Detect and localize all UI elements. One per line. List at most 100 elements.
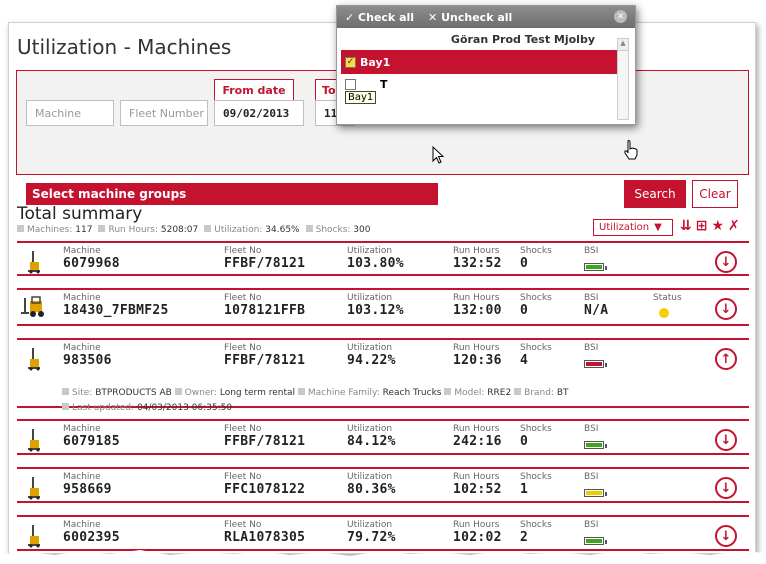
machines-label: Machines: xyxy=(27,225,73,235)
fleet-value: FFBF/78121 xyxy=(224,353,306,368)
check-icon: ✓ xyxy=(345,10,359,24)
popup-header: ✓ Check all ✕ Uncheck all ✕ xyxy=(337,6,635,28)
star-icon[interactable]: ★ xyxy=(711,218,724,234)
add-icon[interactable]: ⊞ xyxy=(696,218,708,234)
utilization-label: Utilization xyxy=(347,246,393,256)
machine-row[interactable]: Machine 983506 Fleet No FFBF/78121 Utilizati… xyxy=(17,338,749,413)
runhours-value: 120:36 xyxy=(453,353,502,368)
runhours-label: Run Hours xyxy=(453,343,500,353)
scroll-up-icon[interactable]: ▲ xyxy=(618,39,628,51)
utilization-label: Utilization xyxy=(347,520,393,530)
bsi-cell: BSI xyxy=(584,424,607,453)
expand-button[interactable]: ↓ xyxy=(715,477,737,499)
machine-input[interactable]: Machine xyxy=(26,100,114,126)
arrow-down-icon: ↓ xyxy=(720,528,732,544)
checkbox-icon[interactable] xyxy=(345,78,356,90)
bsi-label: BSI xyxy=(584,246,599,256)
arrow-cursor-icon xyxy=(432,146,444,164)
machine-label: Machine xyxy=(63,246,101,256)
arrow-down-icon: ↓ xyxy=(720,301,732,317)
clear-button[interactable]: Clear xyxy=(692,180,738,208)
machine-row[interactable]: Machine 6079968 Fleet No FFBF/78121 Utilizat… xyxy=(17,241,749,276)
shocks-value: 300 xyxy=(353,225,371,235)
popup-item-2[interactable]: T xyxy=(345,74,635,94)
utilization-label: Utilization: xyxy=(214,225,263,235)
machine-label: Machine xyxy=(63,520,101,530)
runhours-cell: Run Hours 132:00 xyxy=(453,293,502,318)
utilization-label: Utilization xyxy=(347,293,393,303)
bsi-label: BSI xyxy=(584,520,599,530)
fleet-value: RLA1078305 xyxy=(224,530,306,545)
bsi-cell: BSI xyxy=(584,246,607,275)
reach-truck-icon xyxy=(28,251,40,274)
bsi-label: BSI xyxy=(584,343,599,353)
popup-scrollbar[interactable]: ▲ xyxy=(617,38,629,120)
close-icon[interactable]: ✕ xyxy=(614,10,627,23)
runhours-cell: Run Hours 132:52 xyxy=(453,246,502,271)
utilization-value: 79.72% xyxy=(347,530,396,545)
runhours-value: 132:00 xyxy=(453,303,502,318)
utilization-cell: Utilization 84.12% xyxy=(347,424,396,449)
machine-row[interactable]: Machine 958669 Fleet No FFC1078122 Utilizati… xyxy=(17,467,749,503)
warning-icon xyxy=(659,308,669,318)
bsi-label: BSI xyxy=(584,424,599,434)
machine-row[interactable]: Machine 6079185 Fleet No FFBF/78121 Utilizat… xyxy=(17,419,749,455)
shocks-cell: Shocks 2 xyxy=(520,520,552,545)
popup-item-2-label: T xyxy=(380,77,388,91)
machine-value: 6079185 xyxy=(63,434,120,449)
shocks-value: 4 xyxy=(520,353,529,368)
summary-stats: Machines: 117 Run Hours: 5208:07 Utiliza… xyxy=(17,225,370,235)
chevron-down-icon: ▼ xyxy=(654,222,662,233)
uncheck-all-button[interactable]: ✕ Uncheck all xyxy=(428,11,512,24)
machine-groups-select[interactable]: Select machine groups xyxy=(26,183,438,205)
x-icon: ✕ xyxy=(428,10,442,24)
utilization-label: Utilization xyxy=(347,472,393,482)
page-title: Utilization - Machines xyxy=(17,35,232,59)
utilization-value: 103.80% xyxy=(347,256,404,271)
shocks-label: Shocks xyxy=(520,343,552,353)
fleet-number-input[interactable]: Fleet Number xyxy=(120,100,208,126)
checkbox-checked-icon[interactable]: ✓ xyxy=(345,56,356,68)
utilization-value: 94.22% xyxy=(347,353,396,368)
runhours-label: Run Hours xyxy=(453,520,500,530)
machine-label: Machine xyxy=(63,293,101,303)
runhours-value: 132:52 xyxy=(453,256,502,271)
expand-button[interactable]: ↓ xyxy=(715,298,737,320)
fleet-label: Fleet No xyxy=(224,424,262,434)
fleet-value: 1078121FFB xyxy=(224,303,306,318)
check-all-button[interactable]: ✓ Check all xyxy=(345,11,414,24)
runhours-label: Run Hours xyxy=(453,293,500,303)
shocks-value: 0 xyxy=(520,303,529,318)
shocks-cell: Shocks 0 xyxy=(520,293,552,318)
owner-value: Long term rental xyxy=(219,388,296,398)
bsi-label: BSI xyxy=(584,472,599,482)
fleet-cell: Fleet No FFBF/78121 xyxy=(224,424,305,449)
expand-button[interactable]: ↓ xyxy=(715,251,737,273)
machine-value: 958669 xyxy=(63,482,112,497)
machine-cell: Machine 6002395 xyxy=(63,520,120,545)
brand-value: BT xyxy=(556,388,569,398)
summary-title: Total summary xyxy=(17,204,143,224)
expand-button[interactable]: ↓ xyxy=(715,525,737,547)
bsi-cell: BSI xyxy=(584,472,607,501)
collapse-button[interactable]: ↑ xyxy=(715,348,737,370)
machine-value: 983506 xyxy=(63,353,112,368)
model-value: RRE2 xyxy=(487,388,512,398)
tooltip: Bay1 xyxy=(345,91,377,104)
sort-icon[interactable]: ⇊ xyxy=(680,218,692,234)
sort-select-value: Utilization xyxy=(599,222,650,233)
fleet-cell: Fleet No FFC1078122 xyxy=(224,472,305,497)
popup-item-bay1[interactable]: ✓ Bay1 xyxy=(341,50,621,74)
site-label: Site: xyxy=(72,388,93,398)
bsi-label: BSI xyxy=(584,293,599,303)
expand-button[interactable]: ↓ xyxy=(715,429,737,451)
remove-favorite-icon[interactable]: ✗ xyxy=(728,218,740,234)
search-button[interactable]: Search xyxy=(624,180,686,208)
machine-row[interactable]: Machine 18430_7FBMF25 Fleet No 1078121FFB Ut… xyxy=(17,288,749,326)
sort-select[interactable]: Utilization ▼ xyxy=(593,219,673,236)
shocks-cell: Shocks 1 xyxy=(520,472,552,497)
hand-cursor-icon xyxy=(624,140,638,160)
family-label: Machine Family: xyxy=(307,388,380,398)
battery-icon xyxy=(584,441,607,449)
from-date-input[interactable]: 09/02/2013 xyxy=(214,100,304,126)
